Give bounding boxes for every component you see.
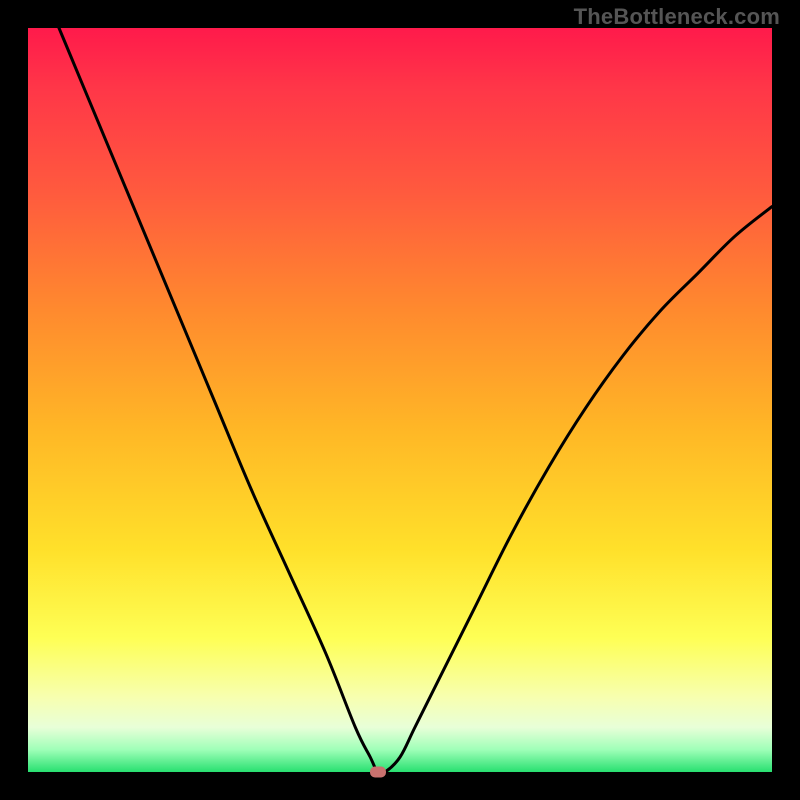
- bottleneck-curve: [28, 28, 772, 772]
- watermark-text: TheBottleneck.com: [574, 4, 780, 30]
- minimum-marker: [370, 767, 386, 778]
- chart-frame: TheBottleneck.com: [0, 0, 800, 800]
- plot-area: [28, 28, 772, 772]
